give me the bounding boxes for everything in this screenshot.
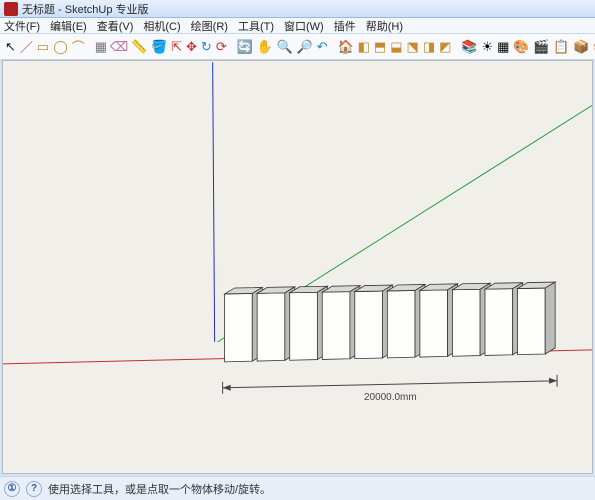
- menu-draw[interactable]: 绘图(R): [191, 18, 228, 34]
- scenes-icon[interactable]: 🎬: [532, 38, 550, 56]
- menu-help[interactable]: 帮助(H): [366, 18, 403, 34]
- toolbar: ↖ ／ ▭ ◯ ⌒ ▦ ⌫ 📏 🪣 ⇱ ✥ ↻ ⟳ 🔄 ✋ 🔍 🔎 ↶ 🏠 ◧ …: [0, 34, 595, 60]
- menu-view[interactable]: 查看(V): [97, 18, 134, 34]
- left-view-icon[interactable]: ◩: [438, 38, 452, 56]
- eraser-tool-icon[interactable]: ⌫: [110, 38, 128, 56]
- rect-tool-icon[interactable]: ▭: [36, 38, 50, 56]
- menu-window[interactable]: 窗口(W): [284, 18, 324, 34]
- arc-tool-icon[interactable]: ⌒: [71, 38, 86, 56]
- zoom-extents-icon[interactable]: 🔎: [296, 38, 314, 56]
- shadow-icon[interactable]: ☀: [480, 38, 494, 56]
- statusbar: ① ? 使用选择工具，或是点取一个物体移动/旋转。: [0, 476, 595, 500]
- rotate-tool-icon[interactable]: ↻: [200, 38, 213, 56]
- help-icon[interactable]: ?: [26, 481, 42, 497]
- line-tool-icon[interactable]: ／: [19, 38, 34, 56]
- model-boxes: [225, 282, 556, 362]
- menu-plugins[interactable]: 插件: [334, 18, 356, 34]
- pushpull-tool-icon[interactable]: ⇱: [170, 38, 183, 56]
- select-tool-icon[interactable]: ↖: [4, 38, 17, 56]
- menu-edit[interactable]: 编辑(E): [50, 18, 87, 34]
- viewport-canvas[interactable]: 20000.0mm: [3, 61, 592, 473]
- window-title: 无标题 - SketchUp 专业版: [22, 1, 149, 17]
- front-view-icon[interactable]: ⬓: [389, 38, 403, 56]
- iso-view-icon[interactable]: ◧: [357, 38, 371, 56]
- tape-tool-icon[interactable]: 📏: [130, 38, 148, 56]
- model-info-icon[interactable]: 🏠: [337, 38, 355, 56]
- menu-file[interactable]: 文件(F): [4, 18, 40, 34]
- orbit-tool-icon[interactable]: 🔄: [236, 38, 254, 56]
- top-view-icon[interactable]: ⬒: [373, 38, 387, 56]
- menubar: 文件(F) 编辑(E) 查看(V) 相机(C) 绘图(R) 工具(T) 窗口(W…: [0, 18, 595, 34]
- components-icon[interactable]: 📦: [572, 38, 590, 56]
- dimension-text: 20000.0mm: [364, 392, 417, 403]
- app-icon: [4, 2, 18, 16]
- layers-icon[interactable]: 📚: [460, 38, 478, 56]
- status-hint: 使用选择工具，或是点取一个物体移动/旋转。: [48, 481, 271, 497]
- circle-tool-icon[interactable]: ◯: [52, 38, 69, 56]
- model-viewport[interactable]: 20000.0mm: [2, 60, 593, 474]
- offset-tool-icon[interactable]: ⟳: [215, 38, 228, 56]
- right-view-icon[interactable]: ⬔: [406, 38, 420, 56]
- component-tool-icon[interactable]: ▦: [94, 38, 108, 56]
- paint-tool-icon[interactable]: 🪣: [150, 38, 168, 56]
- prev-view-icon[interactable]: ↶: [316, 38, 329, 56]
- styles-icon[interactable]: 🎨: [512, 38, 530, 56]
- zoom-tool-icon[interactable]: 🔍: [276, 38, 294, 56]
- info-icon[interactable]: ①: [4, 481, 20, 497]
- menu-tools[interactable]: 工具(T): [238, 18, 274, 34]
- pan-tool-icon[interactable]: ✋: [256, 38, 274, 56]
- menu-camera[interactable]: 相机(C): [143, 18, 180, 34]
- xray-icon[interactable]: ▦: [496, 38, 510, 56]
- outliner-icon[interactable]: 📋: [552, 38, 570, 56]
- back-view-icon[interactable]: ◨: [422, 38, 436, 56]
- move-tool-icon[interactable]: ✥: [185, 38, 198, 56]
- window-titlebar: 无标题 - SketchUp 专业版: [0, 0, 595, 18]
